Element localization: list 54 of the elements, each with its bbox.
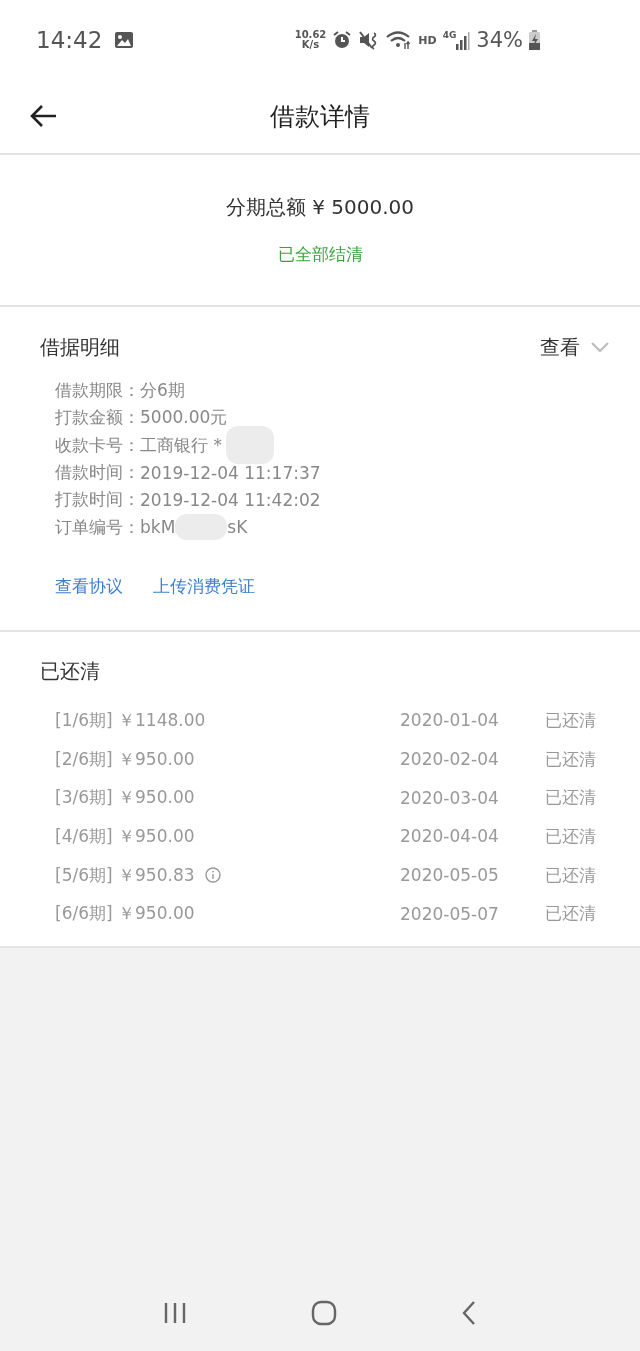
net-speed-unit: K/s: [301, 40, 320, 50]
network-label: HD: [418, 33, 437, 47]
view-toggle[interactable]: 查看: [540, 333, 610, 361]
field-value: sK: [227, 517, 248, 538]
due-date: 2020-04-04: [400, 826, 500, 847]
field-value: 工商银行 *: [140, 433, 222, 457]
field-value: 5000.00元: [140, 406, 228, 430]
field-value: bkM: [140, 517, 176, 538]
due-date: 2020-05-05: [400, 865, 500, 886]
wifi-icon: [386, 30, 413, 50]
field-value: 2019-12-04 11:17:37: [140, 462, 321, 483]
term-amount: [3/6期] ￥950.00: [55, 786, 195, 810]
info-icon[interactable]: [204, 867, 221, 884]
term-amount: [4/6期] ￥950.00: [55, 824, 195, 848]
image-icon: [114, 31, 135, 49]
section-title: 已还清: [40, 659, 100, 683]
repay-status: 已还清: [545, 747, 597, 771]
section-title: 借据明细: [40, 333, 120, 361]
field-label: 借款时间：: [55, 461, 140, 485]
due-date: 2020-02-04: [400, 749, 500, 770]
text-link[interactable]: 查看协议: [55, 574, 123, 598]
field-label: 打款时间：: [55, 488, 140, 512]
battery-charging-icon: [529, 30, 540, 50]
battery-percent: 34%: [476, 28, 523, 52]
field-label: 借款期限：: [55, 379, 140, 403]
home-icon[interactable]: [311, 1300, 337, 1326]
network-type: 4G: [442, 30, 457, 40]
repay-status: 已还清: [545, 708, 597, 732]
repay-status: 已还清: [545, 824, 597, 848]
repay-status: 已还清: [545, 786, 597, 810]
field-label: 收款卡号：: [55, 433, 140, 457]
repay-status: 已还清: [545, 902, 597, 926]
term-amount: [2/6期] ￥950.00: [55, 747, 195, 771]
installment-total: 分期总额 ¥ 5000.00: [225, 194, 415, 221]
term-amount: [6/6期] ￥950.00: [55, 902, 195, 926]
alarm-icon: [332, 30, 353, 50]
due-date: 2020-03-04: [400, 787, 500, 808]
field-value: 分6期: [140, 379, 185, 403]
net-speed-value: 10.62: [294, 30, 327, 40]
chevron-icon: [590, 341, 610, 353]
due-date: 2020-05-07: [400, 903, 500, 924]
due-date: 2020-01-04: [400, 710, 500, 731]
text-link[interactable]: 上传消费凭证: [153, 574, 255, 598]
field-value: 2019-12-04 11:42:02: [140, 489, 321, 510]
term-amount: [5/6期] ￥950.83: [55, 863, 195, 887]
settled-status: 已全部结清: [277, 243, 363, 266]
field-label: 打款金额：: [55, 406, 140, 430]
status-time: 14:42: [36, 27, 103, 53]
term-amount: [1/6期] ￥1148.00: [55, 708, 206, 732]
field-label: 订单编号：: [55, 515, 140, 539]
page-title: 借款详情: [270, 101, 370, 133]
signal-icon: [456, 30, 471, 50]
repay-status: 已还清: [545, 863, 597, 887]
back-arrow-icon[interactable]: [30, 104, 58, 128]
